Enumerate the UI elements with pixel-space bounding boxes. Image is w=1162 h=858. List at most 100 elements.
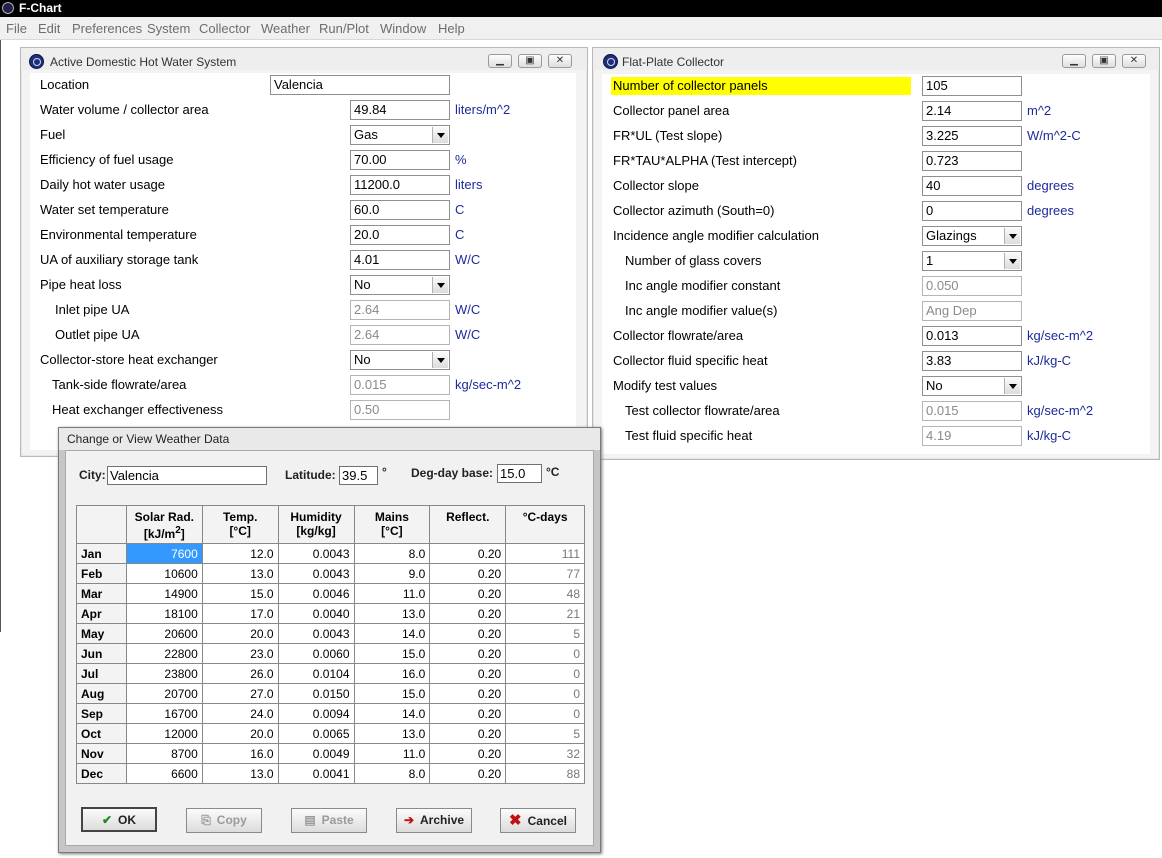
weather-dialog-title[interactable]: Change or View Weather Data	[59, 428, 600, 450]
mains-cell[interactable]: 14.0	[353, 703, 431, 724]
solar-rad-cell[interactable]: 20700	[125, 683, 203, 704]
menu-collector[interactable]: Collector	[199, 21, 250, 36]
iam-calculation-select[interactable]: Glazings	[922, 226, 1022, 246]
solar-rad-cell[interactable]: 8700	[125, 743, 203, 764]
close-button[interactable]: ✕	[548, 54, 572, 68]
location-field[interactable]: Valencia	[270, 75, 450, 95]
reflect-cell[interactable]: 0.20	[429, 643, 507, 664]
minimize-button[interactable]: ▁	[488, 54, 512, 68]
menu-weather[interactable]: Weather	[261, 21, 310, 36]
reflect-cell[interactable]: 0.20	[429, 583, 507, 604]
close-button[interactable]: ✕	[1122, 54, 1146, 68]
degree-day-base-field[interactable]: 15.0	[497, 464, 542, 483]
mains-cell[interactable]: 8.0	[353, 763, 431, 784]
reflect-cell[interactable]: 0.20	[429, 743, 507, 764]
mains-cell[interactable]: 11.0	[353, 583, 431, 604]
collector-slope-field[interactable]: 40	[922, 176, 1022, 196]
humidity-cell[interactable]: 0.0043	[277, 623, 355, 644]
daily-usage-field[interactable]: 11200.0	[350, 175, 450, 195]
mains-cell[interactable]: 15.0	[353, 643, 431, 664]
temp-cell[interactable]: 13.0	[201, 763, 279, 784]
mains-cell[interactable]: 15.0	[353, 683, 431, 704]
menu-file[interactable]: File	[6, 21, 27, 36]
frul-field[interactable]: 3.225	[922, 126, 1022, 146]
menu-run-plot[interactable]: Run/Plot	[319, 21, 369, 36]
humidity-cell[interactable]: 0.0094	[277, 703, 355, 724]
chevron-down-icon[interactable]	[432, 127, 448, 143]
panel-area-field[interactable]: 2.14	[922, 101, 1022, 121]
humidity-cell[interactable]: 0.0104	[277, 663, 355, 684]
mains-cell[interactable]: 16.0	[353, 663, 431, 684]
temp-cell[interactable]: 20.0	[201, 623, 279, 644]
solar-rad-cell[interactable]: 6600	[125, 763, 203, 784]
minimize-button[interactable]: ▁	[1062, 54, 1086, 68]
collector-azimuth-field[interactable]: 0	[922, 201, 1022, 221]
humidity-cell[interactable]: 0.0150	[277, 683, 355, 704]
temp-cell[interactable]: 27.0	[201, 683, 279, 704]
water-volume-field[interactable]: 49.84	[350, 100, 450, 120]
temp-cell[interactable]: 23.0	[201, 643, 279, 664]
reflect-cell[interactable]: 0.20	[429, 663, 507, 684]
maximize-button[interactable]: ▣	[518, 54, 542, 68]
temp-cell[interactable]: 24.0	[201, 703, 279, 724]
modify-test-values-select[interactable]: No	[922, 376, 1022, 396]
solar-rad-cell[interactable]: 20600	[125, 623, 203, 644]
archive-button[interactable]: ➔ Archive	[396, 808, 472, 833]
solar-rad-cell[interactable]: 14900	[125, 583, 203, 604]
temp-cell[interactable]: 16.0	[201, 743, 279, 764]
humidity-cell[interactable]: 0.0043	[277, 563, 355, 584]
reflect-cell[interactable]: 0.20	[429, 563, 507, 584]
city-field[interactable]: Valencia	[107, 466, 267, 485]
mains-cell[interactable]: 13.0	[353, 603, 431, 624]
reflect-cell[interactable]: 0.20	[429, 683, 507, 704]
env-temperature-field[interactable]: 20.0	[350, 225, 450, 245]
temp-cell[interactable]: 26.0	[201, 663, 279, 684]
solar-rad-cell[interactable]: 10600	[125, 563, 203, 584]
temp-cell[interactable]: 15.0	[201, 583, 279, 604]
set-temperature-field[interactable]: 60.0	[350, 200, 450, 220]
solar-rad-cell[interactable]: 18100	[125, 603, 203, 624]
chevron-down-icon[interactable]	[1004, 253, 1020, 269]
reflect-cell[interactable]: 0.20	[429, 763, 507, 784]
heat-exchanger-select[interactable]: No	[350, 350, 450, 370]
menu-preferences[interactable]: Preferences	[72, 21, 142, 36]
humidity-cell[interactable]: 0.0041	[277, 763, 355, 784]
humidity-cell[interactable]: 0.0046	[277, 583, 355, 604]
fuel-select[interactable]: Gas	[350, 125, 450, 145]
reflect-cell[interactable]: 0.20	[429, 703, 507, 724]
chevron-down-icon[interactable]	[432, 277, 448, 293]
menu-help[interactable]: Help	[438, 21, 465, 36]
humidity-cell[interactable]: 0.0040	[277, 603, 355, 624]
chevron-down-icon[interactable]	[1004, 228, 1020, 244]
mains-cell[interactable]: 8.0	[353, 543, 431, 564]
mains-cell[interactable]: 9.0	[353, 563, 431, 584]
mains-cell[interactable]: 13.0	[353, 723, 431, 744]
ok-button[interactable]: ✔ OK	[81, 807, 157, 832]
temp-cell[interactable]: 12.0	[201, 543, 279, 564]
humidity-cell[interactable]: 0.0065	[277, 723, 355, 744]
mains-cell[interactable]: 11.0	[353, 743, 431, 764]
solar-rad-cell[interactable]: 22800	[125, 643, 203, 664]
humidity-cell[interactable]: 0.0049	[277, 743, 355, 764]
maximize-button[interactable]: ▣	[1092, 54, 1116, 68]
pipe-heat-loss-select[interactable]: No	[350, 275, 450, 295]
chevron-down-icon[interactable]	[1004, 378, 1020, 394]
collector-panels-field[interactable]: 105	[922, 76, 1022, 96]
solar-rad-cell[interactable]: 12000	[125, 723, 203, 744]
frtaualpha-field[interactable]: 0.723	[922, 151, 1022, 171]
reflect-cell[interactable]: 0.20	[429, 623, 507, 644]
solar-rad-cell[interactable]: 23800	[125, 663, 203, 684]
collector-window-titlebar[interactable]: Flat-Plate Collector ▁ ▣ ✕	[593, 48, 1159, 70]
solar-rad-cell[interactable]: 16700	[125, 703, 203, 724]
cancel-button[interactable]: ✖ Cancel	[500, 808, 576, 833]
temp-cell[interactable]: 13.0	[201, 563, 279, 584]
reflect-cell[interactable]: 0.20	[429, 543, 507, 564]
tank-ua-field[interactable]: 4.01	[350, 250, 450, 270]
reflect-cell[interactable]: 0.20	[429, 723, 507, 744]
humidity-cell[interactable]: 0.0060	[277, 643, 355, 664]
temp-cell[interactable]: 20.0	[201, 723, 279, 744]
solar-rad-cell[interactable]: 7600	[125, 543, 203, 564]
fluid-specific-heat-field[interactable]: 3.83	[922, 351, 1022, 371]
menu-window[interactable]: Window	[380, 21, 426, 36]
dhw-window-titlebar[interactable]: Active Domestic Hot Water System ▁ ▣ ✕	[21, 48, 587, 70]
